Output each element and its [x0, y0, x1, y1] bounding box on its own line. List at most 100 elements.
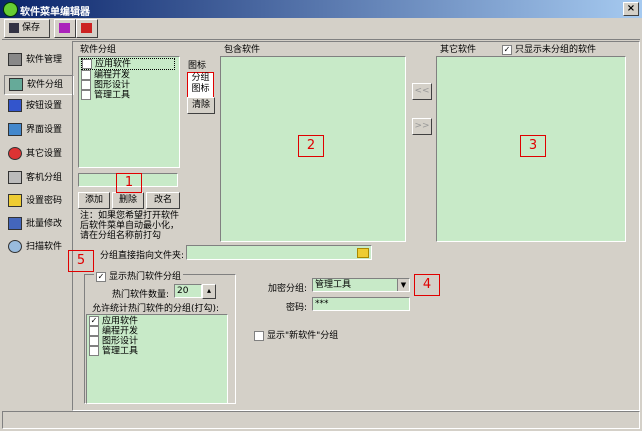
nav-item-8[interactable]: 扫描软件 [8, 238, 62, 256]
close-button[interactable]: × [623, 2, 639, 16]
checkbox[interactable] [81, 70, 91, 80]
title-bar: 软件菜单编辑器 × [0, 0, 642, 18]
nav-label: 界面设置 [26, 125, 63, 135]
checkbox[interactable]: ✓ [89, 316, 99, 326]
group-header: 软件分组 [80, 45, 117, 55]
encrypt-value: 管理工具 [315, 280, 352, 290]
nav-label: 客机分组 [26, 173, 63, 183]
item-label: 编程开发 [102, 326, 139, 337]
nav-label: 软件管理 [26, 55, 63, 65]
nav-label: 按钮设置 [26, 101, 63, 111]
software-icon [8, 53, 22, 66]
ok-icon [8, 99, 22, 112]
nav-item-5[interactable]: 客机分组 [8, 169, 62, 187]
show-hot-option[interactable]: ✓ 显示热门软件分组 [94, 269, 184, 282]
move-right-button[interactable]: >> [412, 118, 432, 135]
marker-2: 2 [298, 135, 324, 157]
list-item[interactable]: 管理工具 [81, 90, 177, 101]
spinner-icon: ▴ [206, 286, 211, 295]
checkbox[interactable] [81, 80, 91, 90]
folder-icon[interactable] [357, 248, 369, 258]
checkbox[interactable] [82, 59, 92, 69]
group-note: 注：如果您希望打开软件 后软件菜单自动最小化， 请在分组名称前打勾 [80, 211, 179, 241]
list-item[interactable]: 编程开发 [89, 326, 225, 337]
nav-item-0[interactable]: 软件管理 [8, 51, 62, 69]
list-item[interactable]: 应用软件 [81, 58, 175, 70]
icon-header: 图标 [188, 61, 207, 71]
nav-item-7[interactable]: 批量修改 [8, 215, 62, 233]
nav-item-1[interactable]: 软件分组 [4, 75, 74, 95]
item-label: 图形设计 [102, 336, 139, 347]
status-bar [2, 411, 640, 429]
item-label: 图形设计 [94, 80, 131, 91]
app-icon [3, 2, 18, 17]
hot-allow-label: 允许统计热门软件的分组(打勾): [92, 304, 220, 314]
delete-button[interactable]: 删除 [112, 192, 144, 209]
exit-button[interactable] [76, 19, 98, 38]
screen-icon [8, 123, 22, 136]
checkbox[interactable] [89, 326, 99, 336]
preview-line: 图标 [191, 84, 210, 94]
book-button[interactable] [54, 19, 76, 38]
only-unassigned-option[interactable]: ✓ 只显示未分组的软件 [502, 42, 596, 55]
save-button[interactable]: 保存 [4, 19, 50, 38]
group-list[interactable]: 应用软件 编程开发 图形设计 管理工具 [78, 56, 180, 168]
checkbox[interactable] [89, 346, 99, 356]
user-icon [8, 171, 22, 184]
password-input[interactable]: *** [312, 297, 410, 311]
nav-label: 其它设置 [26, 149, 63, 159]
window-title: 软件菜单编辑器 [20, 7, 90, 18]
exit-icon [81, 23, 92, 33]
save-icon [9, 22, 19, 33]
marker-5: 5 [68, 250, 94, 272]
nav-item-2[interactable]: 按钮设置 [8, 97, 62, 115]
item-label: 管理工具 [102, 346, 139, 357]
item-label: 应用软件 [102, 316, 139, 327]
other-header: 其它软件 [440, 45, 477, 55]
hot-count-input[interactable]: 20 [174, 284, 202, 298]
preview-line: 分组 [191, 73, 210, 83]
hot-count-spinner[interactable]: ▴ [202, 284, 216, 299]
nav-item-4[interactable]: 其它设置 [8, 145, 62, 163]
note-line: 注：如果您希望打开软件 [80, 211, 180, 221]
add-button[interactable]: 添加 [78, 192, 110, 209]
included-header: 包含软件 [224, 45, 261, 55]
folder-input[interactable] [186, 245, 372, 260]
chevron-down-icon[interactable]: ▼ [397, 279, 409, 291]
show-new-label: 显示"新软件"分组 [267, 331, 339, 341]
show-new-option[interactable]: 显示"新软件"分组 [254, 328, 338, 341]
marker-4: 4 [414, 274, 440, 296]
move-left-button[interactable]: << [412, 83, 432, 100]
nav-item-6[interactable]: 设置密码 [8, 192, 62, 210]
group-icon [9, 78, 23, 91]
checkbox[interactable] [89, 336, 99, 346]
clear-icon-button[interactable]: 清除 [187, 97, 215, 114]
show-new-checkbox[interactable] [254, 330, 264, 341]
list-item[interactable]: 图形设计 [89, 336, 225, 347]
note-line: 后软件菜单自动最小化， [80, 221, 180, 231]
nav-item-3[interactable]: 界面设置 [8, 121, 62, 139]
note-line: 请在分组名称前打勾 [80, 231, 162, 241]
book-icon [59, 23, 70, 33]
rename-button[interactable]: 改名 [146, 192, 180, 209]
toolbar: 保存 [2, 19, 640, 40]
show-hot-label: 显示热门软件分组 [109, 272, 182, 282]
list-item[interactable]: 图形设计 [81, 80, 177, 91]
hot-count-label: 热门软件数量: [112, 290, 170, 300]
checkbox[interactable] [81, 90, 91, 100]
item-label: 管理工具 [94, 90, 131, 101]
item-label: 应用软件 [95, 59, 132, 70]
group-list-items: 应用软件 编程开发 图形设计 管理工具 [79, 57, 179, 101]
show-hot-checkbox[interactable]: ✓ [96, 271, 106, 282]
group-icon-preview[interactable]: 分组 图标 [187, 72, 214, 98]
list-item[interactable]: 编程开发 [81, 70, 177, 81]
list-item[interactable]: 管理工具 [89, 346, 225, 357]
nav-label: 设置密码 [26, 196, 63, 206]
encrypt-select[interactable]: 管理工具 ▼ [312, 278, 410, 292]
only-unassigned-checkbox[interactable]: ✓ [502, 44, 512, 55]
encrypt-label: 加密分组: [268, 284, 308, 294]
marker-1: 1 [116, 173, 142, 193]
hot-groups-list[interactable]: ✓ 应用软件 编程开发 图形设计 管理工具 [86, 314, 228, 404]
list-item[interactable]: ✓ 应用软件 [89, 316, 225, 327]
save-label: 保存 [22, 23, 41, 33]
